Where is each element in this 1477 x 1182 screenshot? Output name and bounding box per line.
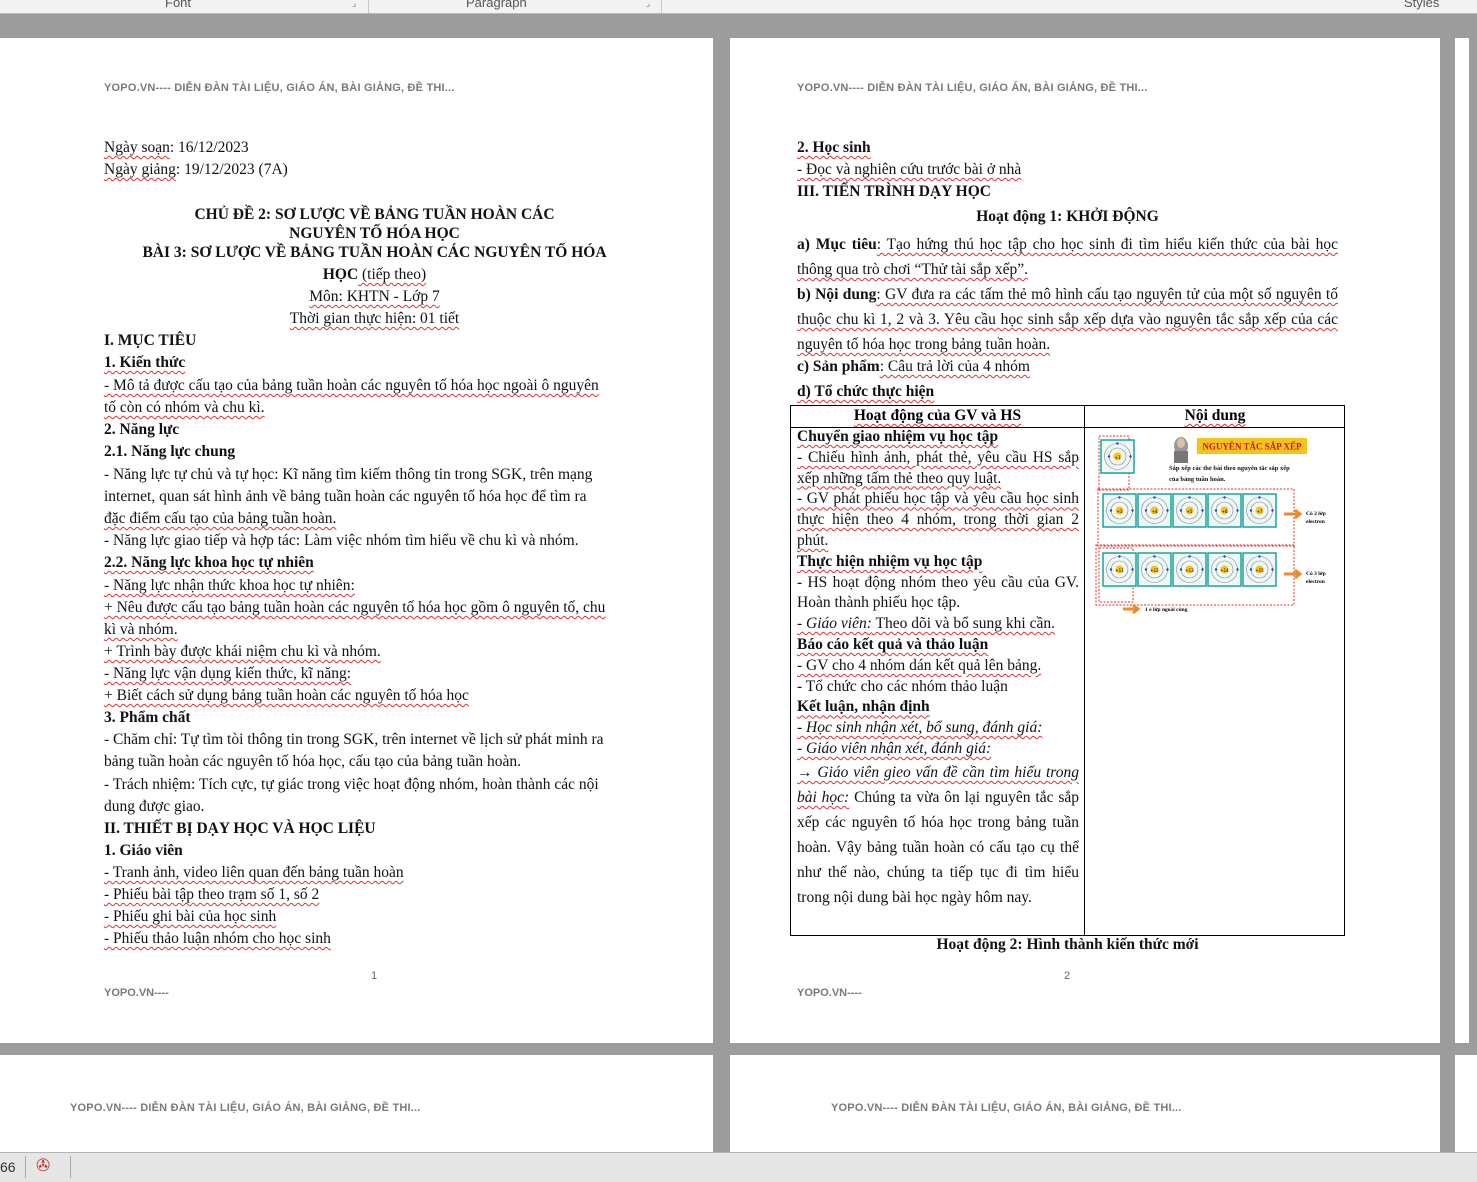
- muc-tieu-paragraph: a) Mục tiêu: Tạo hứng thú học tập cho họ…: [797, 236, 1338, 278]
- document-page-1[interactable]: YOPO.VN---- DIỄN ĐÀN TÀI LIỆU, GIÁO ÁN, …: [0, 38, 713, 1043]
- section-I: I. MỤC TIÊU: [104, 332, 197, 349]
- page-3-edge: [1455, 38, 1469, 1043]
- to-chuc-line: d) Tổ chức thực hiện: [797, 383, 935, 400]
- ribbon-styles-label: Styles: [1404, 0, 1440, 10]
- ngay-soan: Ngày soạn: 16/12/2023: [104, 139, 249, 156]
- page-header: YOPO.VN---- DIỄN ĐÀN TÀI LIỆU, GIÁO ÁN, …: [797, 82, 1148, 94]
- page-footer: YOPO.VN----: [797, 987, 862, 999]
- document-page-4[interactable]: YOPO.VN---- DIỄN ĐÀN TÀI LIỆU, GIÁO ÁN, …: [730, 1055, 1440, 1152]
- title-line-4: HỌC (tiếp theo): [322, 266, 427, 283]
- activity-1-title: Hoạt động 1: KHỞI ĐỘNG: [976, 208, 1159, 225]
- atom-charge: +1: [1115, 455, 1121, 460]
- section-giao-vien: 1. Giáo viên: [104, 842, 183, 859]
- proofing-status-icon[interactable]: ✇: [36, 1156, 50, 1176]
- svg-text:+11: +11: [1115, 568, 1124, 573]
- subject-line: Môn: KHTN - Lớp 7: [309, 288, 440, 305]
- svg-text:+4: +4: [1152, 509, 1158, 514]
- document-page-5-edge: [1455, 1055, 1477, 1152]
- page-number: 1: [371, 970, 378, 982]
- ribbon-group-labels: Font ⌟ Paragraph ⌟ Styles: [0, 0, 1477, 14]
- nl-line-3: đặc điểm cấu tạo của bảng tuần hoàn.: [104, 510, 337, 527]
- table-header-activity: Hoạt động của GV và HS: [853, 407, 1022, 424]
- table-header-content: Nội dung: [1184, 407, 1246, 424]
- page-header: YOPO.VN---- DIỄN ĐÀN TÀI LIỆU, GIÁO ÁN, …: [831, 1102, 1182, 1114]
- kh-line-1: - Năng lực nhận thức khoa học tự nhiên:: [104, 577, 355, 594]
- section-nang-luc-khtn: 2.2. Năng lực khoa học tự nhiên: [104, 554, 314, 571]
- gv-line-4: - Phiếu thảo luận nhóm cho học sinh: [104, 930, 331, 947]
- table-cell-activity: Chuyển giao nhiệm vụ học tập - Chiếu hìn…: [797, 428, 1079, 906]
- gv-line-2: - Phiếu bài tập theo trạm số 1, số 2: [104, 886, 320, 903]
- svg-text:+15: +15: [1255, 568, 1264, 573]
- pc-line-3: - Trách nhiệm: Tích cực, tự giác trong v…: [104, 776, 599, 793]
- page-footer: YOPO.VN----: [104, 987, 169, 999]
- diagram-banner: NGUYÊN TẮC SẮP XẾP: [1202, 442, 1302, 452]
- svg-text:+6: +6: [1222, 509, 1228, 514]
- nl-line-4: - Năng lực giao tiếp và hợp tác: Làm việ…: [104, 532, 579, 549]
- svg-text:+12: +12: [1150, 568, 1159, 573]
- san-pham-line: c) Sản phẩm: Câu trả lời của 4 nhóm: [797, 358, 1030, 375]
- gv-line-1: - Tranh ảnh, video liên quan đến bảng tu…: [104, 864, 404, 881]
- svg-text:+7: +7: [1257, 509, 1263, 514]
- pc-line-1: - Chăm chỉ: Tự tìm tòi thông tin trong S…: [104, 731, 604, 748]
- ribbon-paragraph-label: Paragraph: [466, 0, 527, 10]
- kh-line-4: + Trình bày được khái niệm chu kì và nhó…: [104, 643, 381, 660]
- kt-line-1: - Mô tả được cấu tạo của bảng tuần hoàn …: [104, 377, 599, 394]
- row2-label-b: electron: [1306, 519, 1325, 525]
- document-page-3[interactable]: YOPO.VN---- DIỄN ĐÀN TÀI LIỆU, GIÁO ÁN, …: [0, 1055, 713, 1152]
- kh-line-3: kì và nhóm.: [104, 621, 178, 638]
- section-kien-thuc: 1. Kiến thức: [104, 354, 186, 371]
- page-header: YOPO.VN---- DIỄN ĐÀN TÀI LIỆU, GIÁO ÁN, …: [70, 1102, 421, 1114]
- pc-line-4: dung được giao.: [104, 798, 205, 815]
- pc-line-2: bảng tuần hoàn các nguyên tố hóa học, cấ…: [104, 753, 522, 770]
- nl-line-2: internet, quan sát hình ảnh về bảng tuần…: [104, 488, 587, 505]
- activity-2-title: Hoạt động 2: Hình thành kiến thức mới: [936, 936, 1199, 953]
- section-II: II. THIẾT BỊ DẠY HỌC VÀ HỌC LIỆU: [104, 820, 376, 837]
- kh-line-2: + Nêu được cấu tạo bảng tuần hoàn các ng…: [104, 599, 606, 616]
- ribbon-font-label: Font: [165, 0, 192, 10]
- sorting-rule-diagram: +1 NGUYÊN TẮC SẮP XẾP Sắp xếp các thẻ bà…: [1093, 428, 1341, 618]
- section-III: III. TIẾN TRÌNH DẠY HỌC: [797, 183, 991, 200]
- row3-label-a: Có 3 lớp: [1306, 571, 1326, 577]
- section-nang-luc-chung: 2.1. Năng lực chung: [104, 443, 236, 460]
- svg-text:+14: +14: [1220, 568, 1229, 573]
- nl-line-1: - Năng lực tự chủ và tự học: Kĩ năng tìm…: [104, 466, 593, 483]
- svg-text:+3: +3: [1117, 509, 1123, 514]
- page-header: YOPO.VN---- DIỄN ĐÀN TÀI LIỆU, GIÁO ÁN, …: [104, 82, 455, 94]
- paragraph-dialog-launcher-icon[interactable]: ⌟: [646, 0, 650, 9]
- status-bar: 66 ✇: [0, 1152, 1477, 1182]
- svg-text:+13: +13: [1185, 568, 1194, 573]
- ngay-giang: Ngày giảng: 19/12/2023 (7A): [104, 161, 288, 178]
- duration-line: Thời gian thực hiện: 01 tiết: [289, 310, 460, 327]
- row2-label-a: Có 2 lớp: [1306, 511, 1326, 517]
- title-line-3: BÀI 3: SƠ LƯỢC VỀ BẢNG TUẦN HOÀN CÁC NGU…: [142, 244, 607, 261]
- kt-line-2: tố còn có nhóm và chu kì.: [104, 399, 265, 416]
- page-number: 2: [1064, 970, 1071, 982]
- section-hoc-sinh: 2. Học sinh: [797, 139, 871, 156]
- kh-line-5: - Năng lực vận dụng kiến thức, kĩ năng:: [104, 665, 352, 682]
- bottom-label: 1 e lớp ngoài cùng: [1145, 607, 1188, 613]
- kh-line-6: + Biết cách sử dụng bảng tuần hoàn các n…: [104, 687, 469, 704]
- mendeleev-portrait: [1174, 437, 1188, 463]
- zoom-indicator[interactable]: 66: [0, 1159, 16, 1175]
- title-line-2: NGUYÊN TỐ HÓA HỌC: [289, 225, 460, 242]
- hs-line-1: - Đọc và nghiên cứu trước bài ở nhà: [797, 161, 1022, 178]
- section-pham-chat: 3. Phẩm chất: [104, 709, 191, 726]
- svg-text:+5: +5: [1187, 509, 1193, 514]
- title-line-1: CHỦ ĐỀ 2: SƠ LƯỢC VỀ BẢNG TUẦN HOÀN CÁC: [194, 206, 555, 223]
- row3-label-b: electron: [1306, 579, 1325, 585]
- diagram-caption-2: của bảng tuần hoàn.: [1169, 476, 1226, 483]
- section-nang-luc: 2. Năng lực: [104, 421, 180, 438]
- noi-dung-paragraph: b) Nội dung: GV đưa ra các tấm thẻ mô hì…: [797, 286, 1338, 353]
- font-dialog-launcher-icon[interactable]: ⌟: [352, 0, 356, 9]
- diagram-caption-1: Sắp xếp các thẻ bài theo nguyên tắc sắp …: [1169, 465, 1290, 472]
- gv-line-3: - Phiếu ghi bài của học sinh: [104, 908, 277, 925]
